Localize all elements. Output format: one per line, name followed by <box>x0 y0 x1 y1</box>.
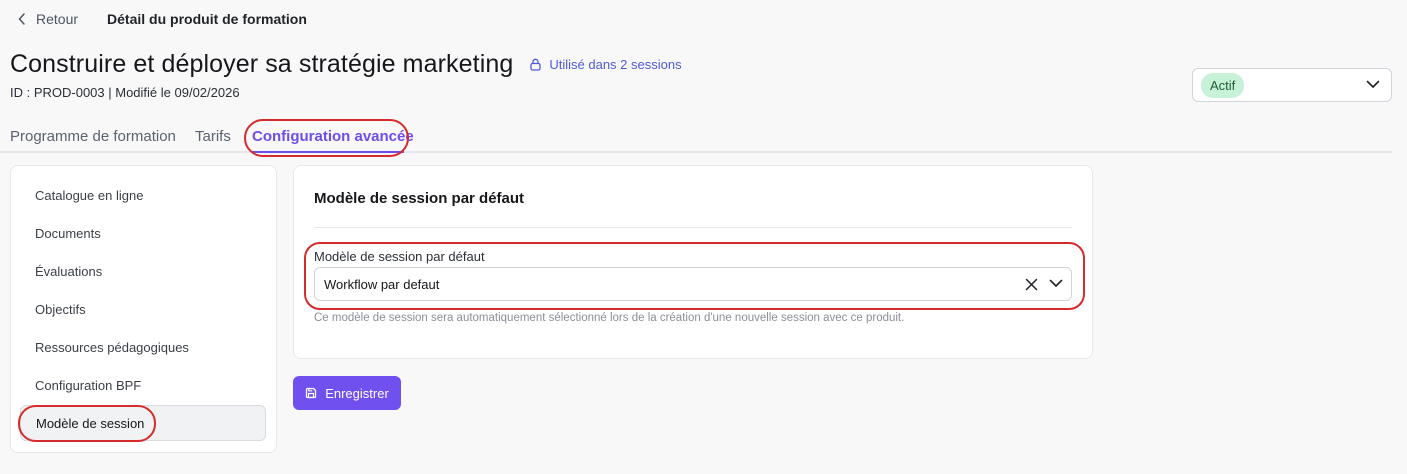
tab-tarifs[interactable]: Tarifs <box>195 128 231 145</box>
page-title: Construire et déployer sa stratégie mark… <box>10 50 514 78</box>
top-bar: Retour Détail du produit de formation <box>18 10 307 28</box>
back-label: Retour <box>36 11 79 27</box>
lock-icon <box>530 58 542 71</box>
sidebar-item-modele-de-session[interactable]: Modèle de session <box>20 405 266 441</box>
tab-configuration-avancee[interactable]: Configuration avancée <box>252 128 414 145</box>
tab-bar: Programme de formation Tarifs Configurat… <box>0 124 1392 153</box>
chevron-down-icon[interactable] <box>1049 279 1063 288</box>
session-template-select[interactable]: Workflow par defaut <box>314 267 1072 301</box>
divider <box>314 227 1072 228</box>
help-text: Ce modèle de session sera automatiquemen… <box>314 312 905 324</box>
sidebar-item-catalogue[interactable]: Catalogue en ligne <box>35 188 143 203</box>
field-label: Modèle de session par défaut <box>314 249 485 264</box>
chevron-down-icon <box>1366 80 1380 88</box>
tab-programme[interactable]: Programme de formation <box>10 128 176 145</box>
breadcrumb-title: Détail du produit de formation <box>107 11 307 27</box>
usage-label: Utilisé dans 2 sessions <box>549 57 682 72</box>
sidebar-item-evaluations[interactable]: Évaluations <box>35 264 102 279</box>
active-tab-indicator <box>252 151 404 153</box>
save-button[interactable]: Enregistrer <box>293 376 401 410</box>
session-template-card: Modèle de session par défaut Modèle de s… <box>293 165 1093 359</box>
sidebar-item-objectifs[interactable]: Objectifs <box>35 302 86 317</box>
back-button[interactable]: Retour <box>18 11 78 27</box>
chevron-left-icon <box>18 13 25 25</box>
sidebar-item-ressources[interactable]: Ressources pédagogiques <box>35 340 189 355</box>
sidebar-item-documents[interactable]: Documents <box>35 226 101 241</box>
sidebar-nav: Catalogue en ligne Documents Évaluations… <box>10 165 277 453</box>
save-label: Enregistrer <box>325 385 389 401</box>
product-meta: ID : PROD-0003 | Modifié le 09/02/2026 <box>10 85 240 100</box>
clear-icon[interactable] <box>1025 278 1038 291</box>
save-icon <box>306 387 317 399</box>
status-badge: Actif <box>1201 72 1245 98</box>
card-title: Modèle de session par défaut <box>314 190 525 207</box>
title-row: Construire et déployer sa stratégie mark… <box>10 50 682 79</box>
sidebar-item-configuration-bpf[interactable]: Configuration BPF <box>35 378 141 393</box>
usage-link[interactable]: Utilisé dans 2 sessions <box>530 57 682 72</box>
selected-value: Workflow par defaut <box>324 277 440 292</box>
status-select[interactable]: Actif <box>1192 68 1392 102</box>
